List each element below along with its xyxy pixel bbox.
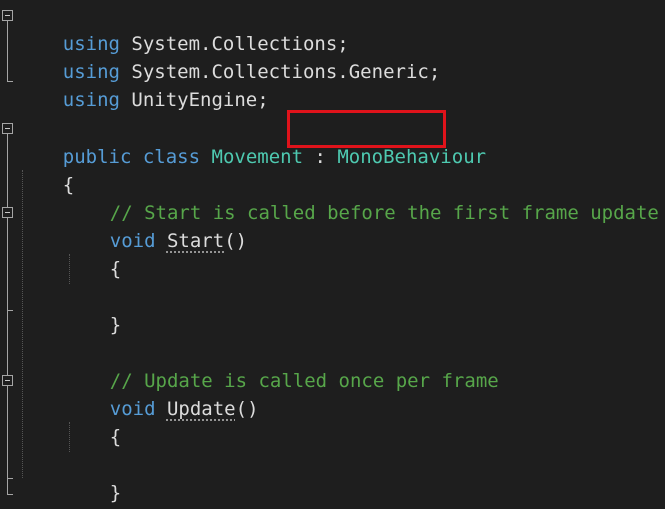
collapse-class-icon[interactable] [2,123,13,134]
method-parens: () [224,230,248,252]
code-line-comment-start[interactable]: // Start is called before the first fram… [64,171,659,224]
collapse-update-method-icon[interactable] [2,375,13,386]
indent-guide [69,422,70,452]
code-line-start-open[interactable]: { [64,227,121,280]
fold-guide-end [7,81,13,82]
inheritance-colon: : [303,146,338,168]
update-fold-guide-line [7,386,8,478]
code-line-start-signature[interactable]: void Start() [64,199,247,252]
start-fold-guide-line [7,218,8,310]
highlight-box [287,110,446,148]
code-line-update-close[interactable]: } [64,451,121,504]
code-line-update-open[interactable]: { [64,395,121,448]
base-class-name[interactable]: MonoBehaviour [337,146,486,168]
code-editor[interactable]: using System.Collections; using System.C… [0,0,665,509]
method-name-start[interactable]: Start [167,230,224,252]
method-name-update[interactable]: Update [167,398,236,420]
update-fold-guide-end [7,478,13,479]
class-fold-guide-end [7,494,13,495]
code-line-class-open-brace[interactable]: { [17,143,74,196]
code-line-using-generic[interactable]: using System.Collections.Generic; [17,30,441,83]
collapse-usings-icon[interactable] [2,10,13,21]
code-line-using-collections[interactable]: using System.Collections; [17,2,349,55]
indent-guide [69,254,70,284]
close-brace: } [109,314,122,336]
code-line-start-close[interactable]: } [64,283,121,336]
code-line-using-unityengine[interactable]: using UnityEngine; [17,58,269,111]
method-parens: () [235,398,259,420]
class-name: Movement [211,146,304,168]
namespace-text: UnityEngine; [119,89,269,111]
code-line-class-close-brace[interactable]: } [17,479,74,507]
keyword-class: class [142,146,201,168]
close-brace: } [109,482,122,504]
code-line-update-signature[interactable]: void Update() [64,367,259,420]
indent-guide [22,170,23,478]
keyword-using: using [62,89,120,111]
open-brace: { [109,258,122,280]
start-fold-guide-end [7,310,13,311]
fold-guide-line [7,21,8,81]
collapse-start-method-icon[interactable] [2,207,13,218]
open-brace: { [109,426,122,448]
code-line-comment-update[interactable]: // Update is called once per frame [64,339,499,392]
